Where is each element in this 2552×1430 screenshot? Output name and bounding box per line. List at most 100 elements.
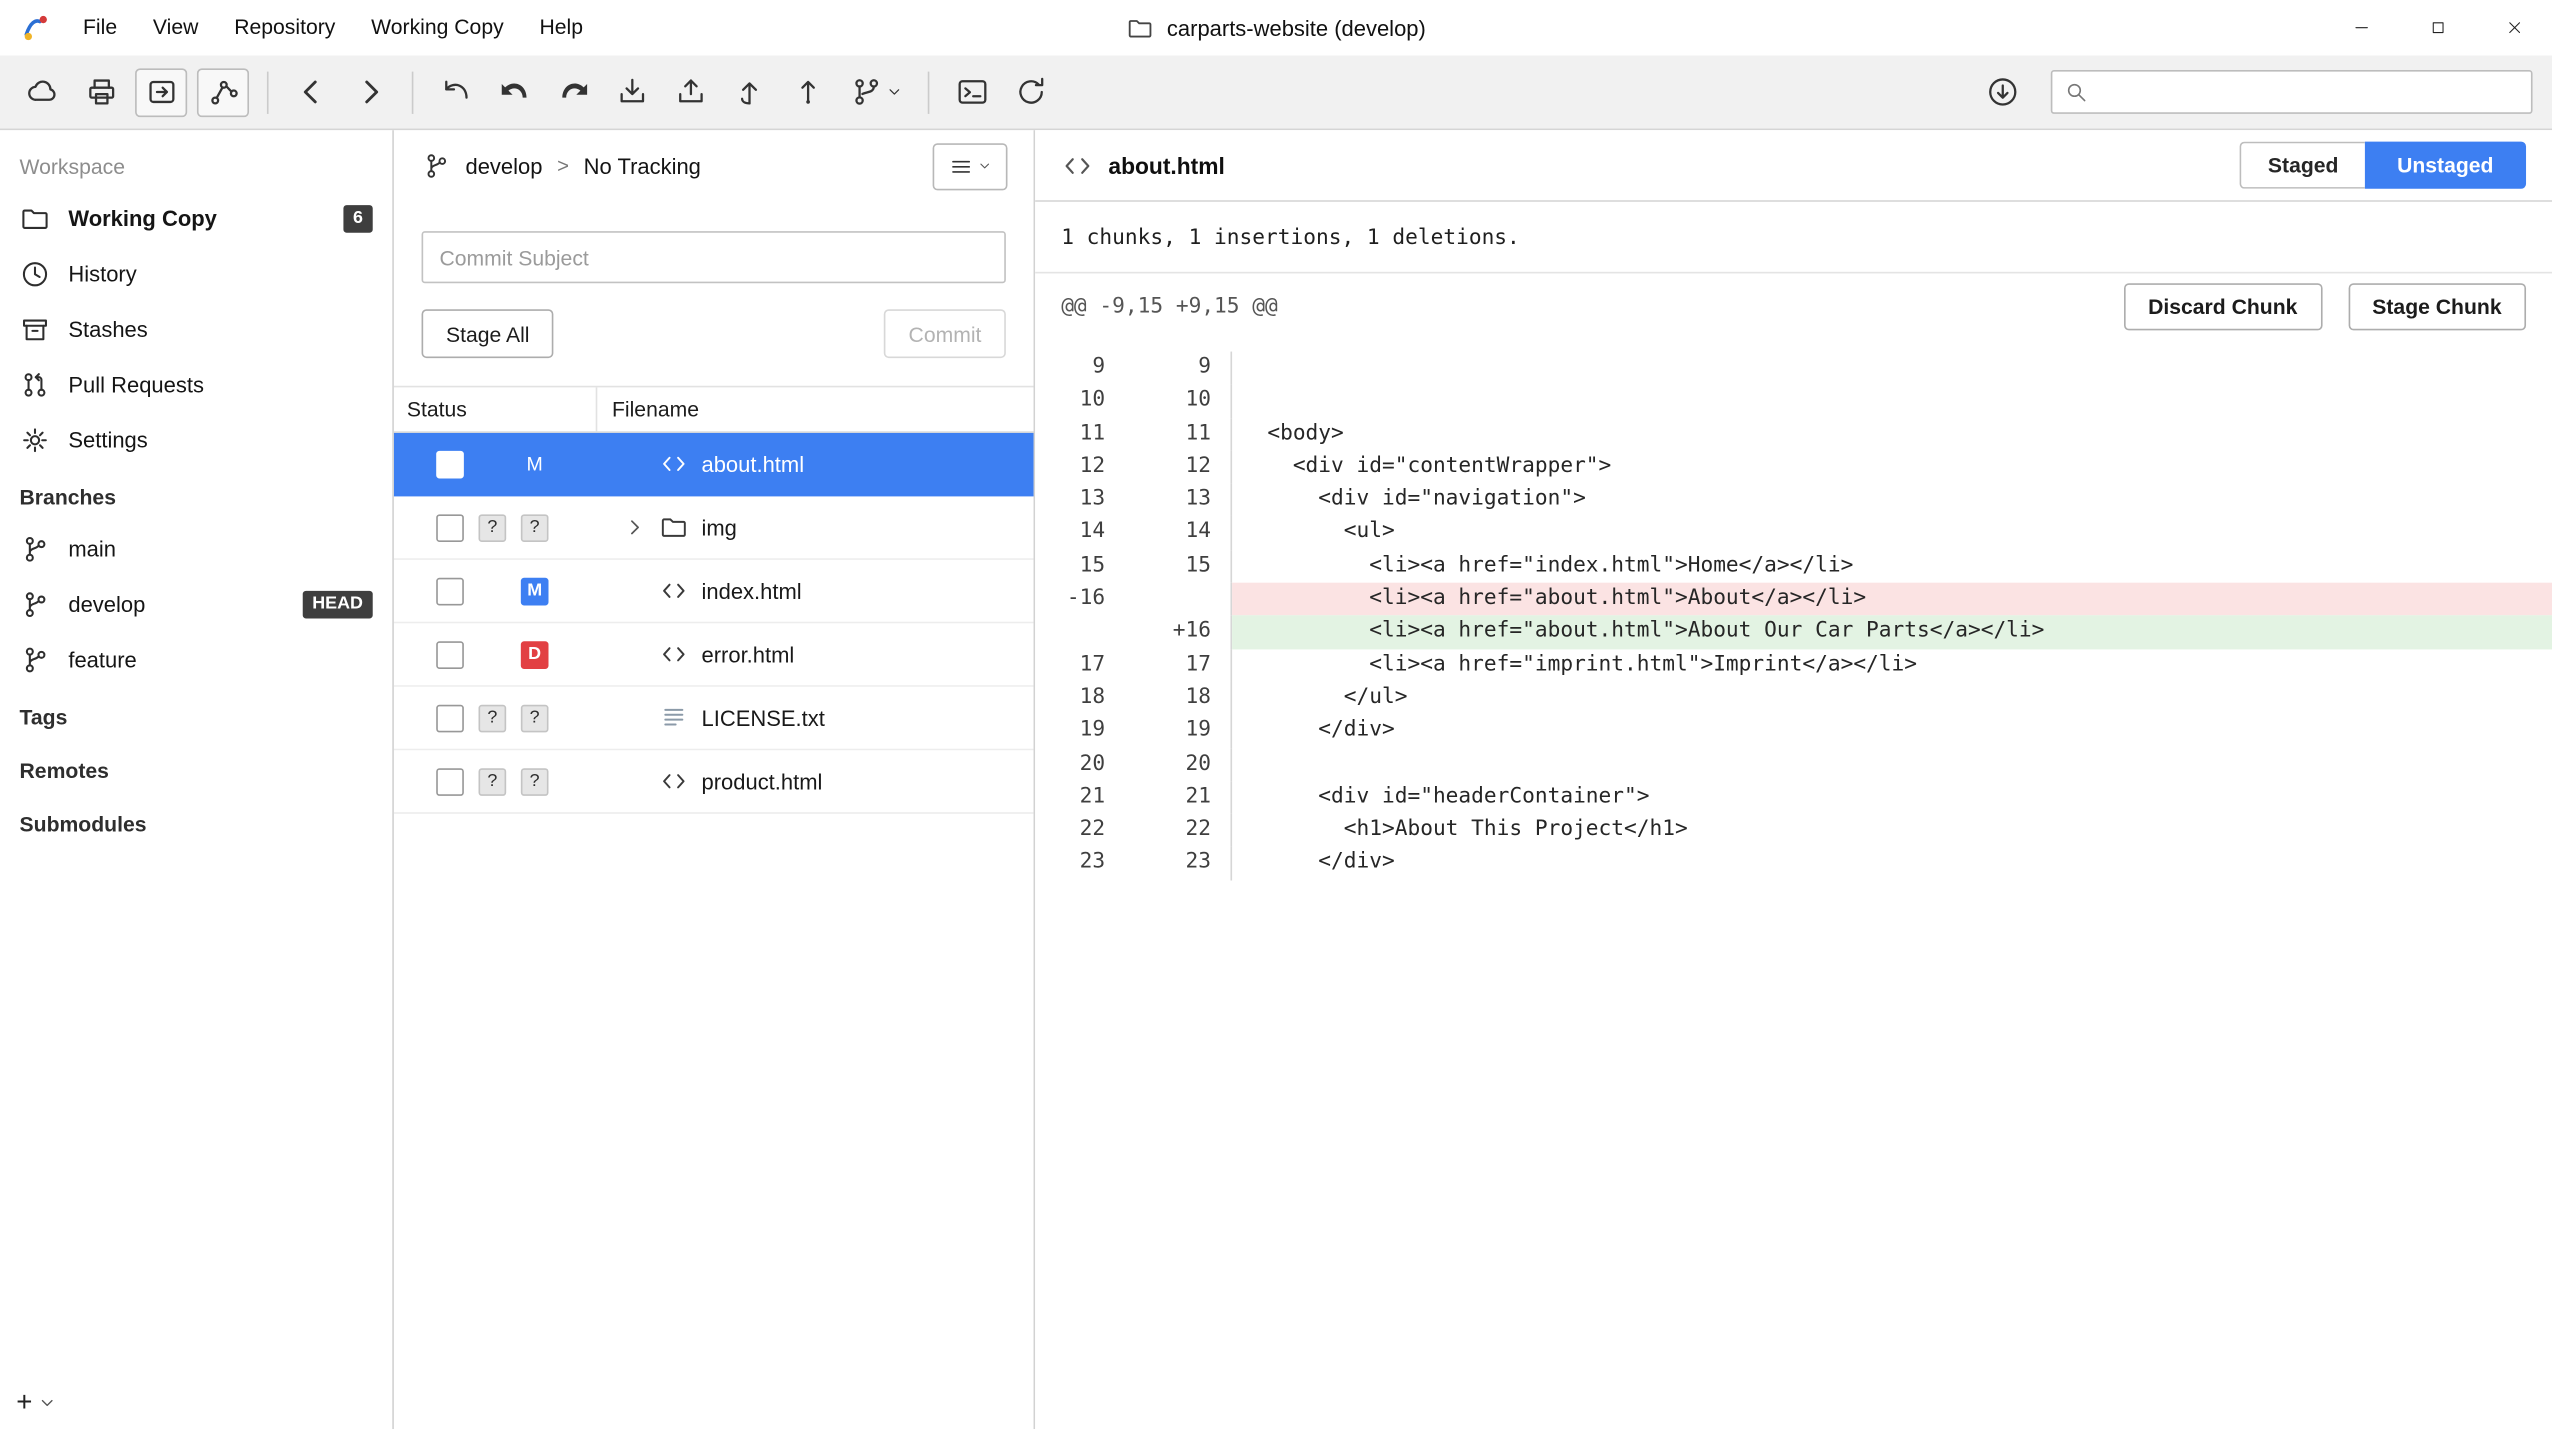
download-circle-icon[interactable] xyxy=(1978,68,2027,117)
stage-all-button[interactable]: Stage All xyxy=(422,309,554,358)
sidebar-item-working-copy[interactable]: Working Copy6 xyxy=(0,190,392,245)
old-line-number: -16 xyxy=(1035,583,1115,616)
file-row-index-html[interactable]: Mindex.html xyxy=(394,560,1034,623)
chevron-right-icon[interactable] xyxy=(623,516,646,539)
diff-line[interactable]: 1919 </div> xyxy=(1035,715,2552,748)
branch-menu-icon[interactable] xyxy=(841,68,909,117)
diff-line[interactable]: 1212 <div id="contentWrapper"> xyxy=(1035,451,2552,484)
diff-line[interactable]: -16 <li><a href="about.html">About</a></… xyxy=(1035,583,2552,616)
sidebar-item-label: History xyxy=(68,261,136,285)
sidebar-item-feature[interactable]: feature xyxy=(0,632,392,687)
file-status-cell: ?? xyxy=(394,704,597,732)
gear-icon xyxy=(20,424,51,455)
file-row-img[interactable]: ??img xyxy=(394,496,1034,559)
diff-line[interactable]: 2222 <h1>About This Project</h1> xyxy=(1035,814,2552,847)
file-row-product-html[interactable]: ??product.html xyxy=(394,750,1034,813)
sidebar-item-settings[interactable]: Settings xyxy=(0,412,392,467)
diff-line[interactable]: 2323 </div> xyxy=(1035,847,2552,880)
diff-line[interactable]: 1515 <li><a href="index.html">Home</a></… xyxy=(1035,550,2552,583)
toolbar-separator xyxy=(928,71,930,113)
maximize-button[interactable] xyxy=(2399,0,2475,55)
old-line-number: 18 xyxy=(1035,682,1115,715)
file-text-icon xyxy=(659,703,688,732)
open-repo-icon[interactable] xyxy=(135,68,187,117)
diff-line[interactable]: 1111 <body> xyxy=(1035,418,2552,451)
diff-line[interactable]: +16 <li><a href="about.html">About Our C… xyxy=(1035,616,2552,649)
status-badge-question: ? xyxy=(479,704,507,732)
diff-code-text xyxy=(1232,385,2552,418)
sidebar-item-label: Pull Requests xyxy=(68,372,204,396)
sidebar-item-history[interactable]: History xyxy=(0,246,392,301)
application-window: FileViewRepositoryWorking CopyHelp carpa… xyxy=(0,0,2552,1430)
diff-line[interactable]: 1313 <div id="navigation"> xyxy=(1035,484,2552,517)
window-controls xyxy=(2323,0,2552,55)
sidebar-item-pull-requests[interactable]: Pull Requests xyxy=(0,356,392,411)
sidebar-section-branches: Branches xyxy=(0,467,392,521)
add-repository-button[interactable]: + xyxy=(16,1388,55,1416)
commit-up-icon[interactable] xyxy=(783,68,832,117)
diff-line[interactable]: 1414 <ul> xyxy=(1035,517,2552,550)
status-badge-question: ? xyxy=(479,767,507,795)
diff-line[interactable]: 2020 xyxy=(1035,748,2552,781)
diff-line[interactable]: 99 xyxy=(1035,352,2552,385)
menu-file[interactable]: File xyxy=(65,0,135,55)
stage-chunk-button[interactable]: Stage Chunk xyxy=(2348,283,2526,330)
sidebar-item-develop[interactable]: developHEAD xyxy=(0,576,392,631)
old-line-number: 15 xyxy=(1035,550,1115,583)
diff-line[interactable]: 1818 </ul> xyxy=(1035,682,2552,715)
status-badge-spacer xyxy=(479,450,507,478)
file-checkbox[interactable] xyxy=(436,767,464,795)
push-icon[interactable] xyxy=(549,68,598,117)
search-input[interactable] xyxy=(2098,80,2520,104)
sidebar-item-main[interactable]: main xyxy=(0,521,392,576)
file-checkbox[interactable] xyxy=(436,640,464,668)
forward-icon[interactable] xyxy=(345,68,394,117)
diff-line[interactable]: 1717 <li><a href="imprint.html">Imprint<… xyxy=(1035,649,2552,682)
unstaged-tab[interactable]: Unstaged xyxy=(2365,142,2527,189)
staged-tab[interactable]: Staged xyxy=(2240,142,2364,189)
hunk-actions: Discard Chunk Stage Chunk xyxy=(2124,283,2526,330)
cloud-icon[interactable] xyxy=(18,68,67,117)
menu-view[interactable]: View xyxy=(135,0,216,55)
new-line-number: 18 xyxy=(1115,682,1232,715)
file-row-license-txt[interactable]: ??LICENSE.txt xyxy=(394,687,1034,750)
refresh-icon[interactable] xyxy=(1006,68,1055,117)
menu-working-copy[interactable]: Working Copy xyxy=(353,0,521,55)
sidebar-item-stashes[interactable]: Stashes xyxy=(0,301,392,356)
file-checkbox[interactable] xyxy=(436,514,464,542)
chevron-down-icon xyxy=(39,1394,55,1410)
file-row-error-html[interactable]: Derror.html xyxy=(394,623,1034,686)
pull-tray-icon[interactable] xyxy=(607,68,656,117)
fetch-icon[interactable] xyxy=(431,68,480,117)
hunk-header-bar: @@ -9,15 +9,15 @@ Discard Chunk Stage Ch… xyxy=(1035,272,2552,340)
file-checkbox[interactable] xyxy=(436,577,464,605)
back-icon[interactable] xyxy=(286,68,335,117)
diff-line[interactable]: 2121 <div id="headerContainer"> xyxy=(1035,781,2552,814)
sidebar-item-label: Settings xyxy=(68,427,147,451)
diff-code-text: <li><a href="index.html">Home</a></li> xyxy=(1232,550,2552,583)
commit-graph-icon[interactable] xyxy=(197,68,249,117)
menu-repository[interactable]: Repository xyxy=(216,0,353,55)
diff-file-title: about.html xyxy=(1108,152,1224,178)
pull-icon[interactable] xyxy=(490,68,539,117)
checkout-icon[interactable] xyxy=(724,68,773,117)
file-checkbox[interactable] xyxy=(436,704,464,732)
file-row-about-html[interactable]: Mabout.html xyxy=(394,433,1034,496)
print-icon[interactable] xyxy=(76,68,125,117)
diff-line[interactable]: 1010 xyxy=(1035,385,2552,418)
terminal-icon[interactable] xyxy=(947,68,996,117)
commit-menu-button[interactable] xyxy=(933,142,1008,189)
file-checkbox[interactable] xyxy=(436,450,464,478)
discard-chunk-button[interactable]: Discard Chunk xyxy=(2124,283,2322,330)
sidebar-item-label: develop xyxy=(68,592,145,616)
menu-help[interactable]: Help xyxy=(522,0,601,55)
commit-button[interactable]: Commit xyxy=(884,309,1006,358)
commit-subject-input[interactable] xyxy=(422,231,1006,283)
push-tray-icon[interactable] xyxy=(666,68,715,117)
sidebar-section-submodules: Submodules xyxy=(0,794,392,848)
minimize-button[interactable] xyxy=(2323,0,2399,55)
status-badge-spacer xyxy=(479,577,507,605)
titlebar: FileViewRepositoryWorking CopyHelp carpa… xyxy=(0,0,2552,55)
close-button[interactable] xyxy=(2476,0,2552,55)
search-box[interactable] xyxy=(2051,70,2533,114)
